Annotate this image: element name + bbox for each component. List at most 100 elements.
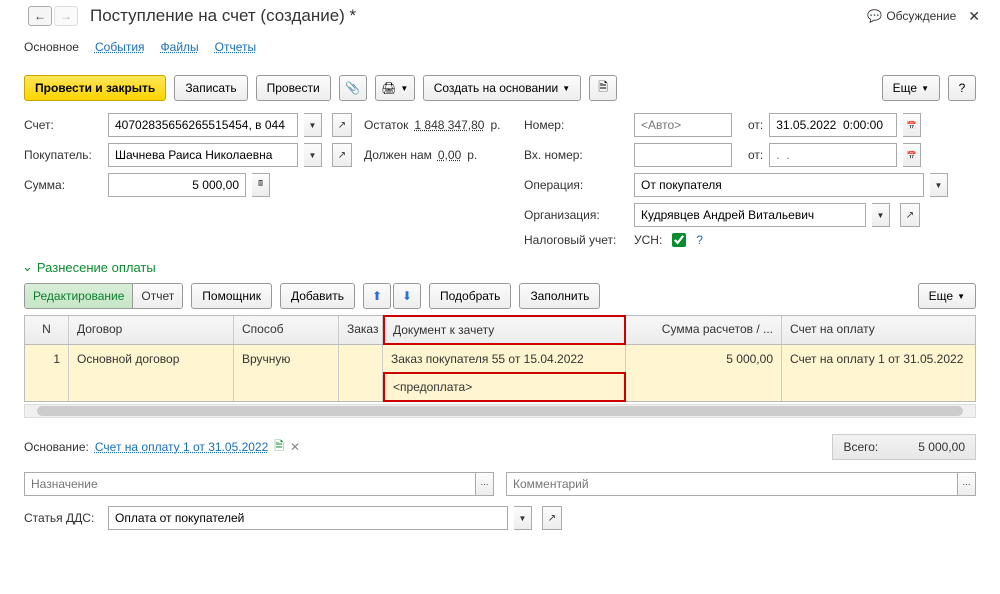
h-scrollbar[interactable] (24, 404, 976, 418)
in-date-cal[interactable]: 📅 (903, 143, 921, 167)
org-open[interactable]: ↗ (900, 203, 920, 227)
create-based-button[interactable]: Создать на основании▼ (423, 75, 581, 101)
in-num-label: Вх. номер: (524, 148, 628, 162)
comment-menu[interactable]: ⋯ (958, 472, 976, 496)
help-button[interactable]: ? (948, 75, 976, 101)
tax-help[interactable]: ? (696, 233, 703, 247)
base-open-icon[interactable]: 🗎 (274, 437, 284, 458)
cell-sum: 5 000,00 (626, 345, 782, 373)
col-sum[interactable]: Сумма расчетов / ... (626, 316, 782, 344)
mode-report[interactable]: Отчет (133, 284, 182, 308)
print-button[interactable]: 🖨▼ (375, 75, 415, 101)
move-down-button[interactable]: ⬇ (393, 283, 421, 309)
printer-icon: 🖨 (381, 81, 396, 95)
comment-input[interactable] (506, 472, 958, 496)
op-dd[interactable]: ▼ (930, 173, 948, 197)
base-clear[interactable]: ✕ (290, 440, 300, 454)
balance-value[interactable]: 1 848 347,80 (414, 118, 484, 132)
cell-contract: Основной договор (69, 345, 234, 373)
account-input[interactable] (108, 113, 298, 137)
purpose-input[interactable] (24, 472, 476, 496)
more-button[interactable]: Еще▼ (882, 75, 940, 101)
tax-checkbox[interactable] (672, 233, 686, 247)
pick-button[interactable]: Подобрать (429, 283, 511, 309)
move-up-button[interactable]: ⬆ (363, 283, 391, 309)
payment-grid: N Договор Способ Заказ Документ к зачету… (24, 315, 976, 402)
arrow-left-icon: ← (34, 9, 46, 23)
add-button[interactable]: Добавить (280, 283, 355, 309)
fill-button[interactable]: Заполнить (519, 283, 600, 309)
buyer-dd[interactable]: ▼ (304, 143, 322, 167)
col-invoice[interactable]: Счет на оплату (782, 316, 975, 344)
dds-dd[interactable]: ▼ (514, 506, 532, 530)
sum-calc[interactable]: 🖩 (252, 173, 270, 197)
col-contract[interactable]: Договор (69, 316, 234, 344)
post-and-close-button[interactable]: Провести и закрыть (24, 75, 166, 101)
org-input[interactable] (634, 203, 866, 227)
buyer-open[interactable]: ↗ (332, 143, 352, 167)
from-label2: от: (748, 148, 763, 162)
cell-method: Вручную (234, 345, 339, 373)
in-num-input[interactable] (634, 143, 732, 167)
owes-value[interactable]: 0,00 (438, 148, 461, 162)
section-toggle[interactable]: ⌄ Разнесение оплаты (0, 253, 1000, 279)
tab-reports[interactable]: Отчеты (215, 36, 256, 58)
op-input[interactable] (634, 173, 924, 197)
arrow-up-icon: ⬆ (372, 289, 382, 303)
owes-label: Должен нам (364, 148, 432, 162)
clip-icon: 📎 (345, 81, 360, 95)
arrow-down-icon: ⬇ (402, 289, 412, 303)
account-dd[interactable]: ▼ (304, 113, 322, 137)
base-link[interactable]: Счет на оплату 1 от 31.05.2022 (95, 440, 268, 454)
col-document[interactable]: Документ к зачету (383, 315, 626, 345)
helper-button[interactable]: Помощник (191, 283, 272, 309)
write-button[interactable]: Записать (174, 75, 247, 101)
org-dd[interactable]: ▼ (872, 203, 890, 227)
table-row-sub[interactable]: <предоплата> (25, 373, 975, 401)
table-more-button[interactable]: Еще▼ (918, 283, 976, 309)
sum-input[interactable] (108, 173, 246, 197)
chevron-down-icon: ▼ (921, 84, 929, 93)
nav-fwd-button[interactable]: → (54, 6, 78, 26)
col-n[interactable]: N (25, 316, 69, 344)
tab-files[interactable]: Файлы (161, 36, 199, 58)
close-button[interactable]: ✕ (964, 8, 984, 25)
page-title: Поступление на счет (создание) * (90, 6, 867, 26)
col-method[interactable]: Способ (234, 316, 339, 344)
purpose-menu[interactable]: ⋯ (476, 472, 494, 496)
base-label: Основание: (24, 440, 89, 454)
in-date-input[interactable] (769, 143, 897, 167)
chevron-down-icon: ▼ (400, 84, 408, 93)
balance-label: Остаток (364, 118, 408, 132)
table-row[interactable]: 1 Основной договор Вручную Заказ покупат… (25, 345, 975, 373)
dds-open[interactable]: ↗ (542, 506, 562, 530)
cell-document: Заказ покупателя 55 от 15.04.2022 (383, 345, 626, 373)
cell-order (339, 345, 383, 373)
dds-input[interactable] (108, 506, 508, 530)
report-button[interactable]: 🗎 (589, 75, 617, 101)
date-cal[interactable]: 📅 (903, 113, 921, 137)
account-open[interactable]: ↗ (332, 113, 352, 137)
sum-label: Сумма: (24, 178, 102, 192)
num-input[interactable] (634, 113, 732, 137)
discuss-link[interactable]: 💬 Обсуждение (867, 9, 956, 23)
total-box: Всего: 5 000,00 (832, 434, 976, 460)
mode-edit[interactable]: Редактирование (25, 284, 133, 308)
cell-prepay: <предоплата> (383, 372, 626, 402)
tab-events[interactable]: События (95, 36, 145, 58)
tax-label: Налоговый учет: (524, 233, 628, 247)
tab-main[interactable]: Основное (24, 36, 79, 58)
arrow-right-icon: → (60, 9, 72, 23)
attach-button[interactable]: 📎 (339, 75, 367, 101)
col-order[interactable]: Заказ (339, 316, 383, 344)
chat-icon: 💬 (867, 9, 882, 23)
nav-back-button[interactable]: ← (28, 6, 52, 26)
buyer-input[interactable] (108, 143, 298, 167)
chevron-down-icon: ▼ (957, 292, 965, 301)
chevron-down-icon: ⌄ (22, 259, 33, 275)
post-button[interactable]: Провести (256, 75, 331, 101)
tax-val: УСН: (634, 233, 662, 247)
date-input[interactable] (769, 113, 897, 137)
dds-label: Статья ДДС: (24, 511, 102, 525)
cell-n: 1 (25, 345, 69, 373)
